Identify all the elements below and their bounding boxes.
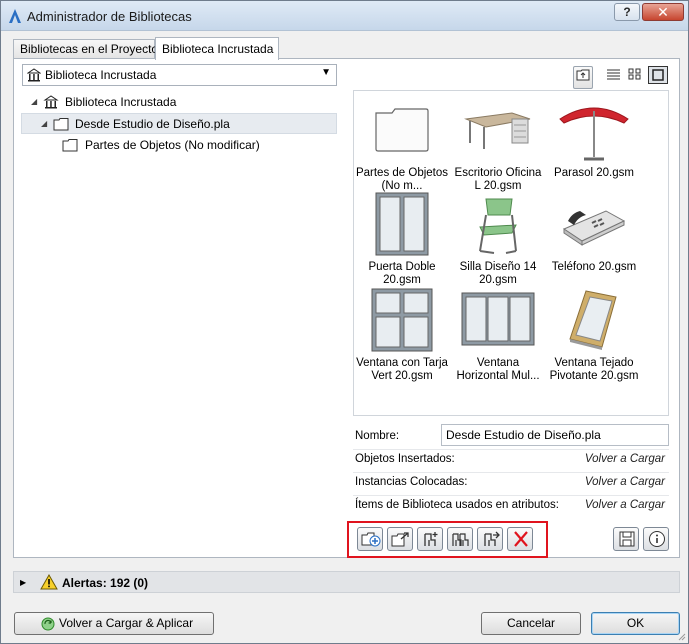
item-caption: Puerta Doble 20.gsm xyxy=(368,261,436,286)
inserted-objects-row: Objetos Insertados: Volver a Cargar xyxy=(355,450,667,470)
save-button[interactable] xyxy=(613,527,639,551)
reload-icon xyxy=(41,617,55,631)
item-caption: Teléfono 20.gsm xyxy=(551,261,637,273)
telephone-icon xyxy=(562,210,626,246)
close-button[interactable]: ✕ xyxy=(642,3,684,21)
reload-link[interactable]: Volver a Cargar xyxy=(585,499,665,511)
grid-item-parasol[interactable]: Parasol 20.gsm xyxy=(546,97,642,180)
library-icon xyxy=(43,95,59,109)
chair-icon xyxy=(479,198,517,254)
expand-arrow-icon[interactable]: ◢ xyxy=(41,119,47,128)
attribute-items-row: Ítems de Biblioteca usados en atributos:… xyxy=(355,496,667,516)
grid-item-telefono[interactable]: Teléfono 20.gsm xyxy=(546,191,642,274)
small-icons-view-icon xyxy=(628,68,641,80)
grid-item-silla[interactable]: Silla Diseño 14 20.gsm xyxy=(450,191,546,287)
library-dropdown[interactable]: Biblioteca Incrustada ▼ xyxy=(22,64,337,86)
window-horizontal-icon xyxy=(461,292,535,346)
name-field[interactable]: Desde Estudio de Diseño.pla xyxy=(441,424,669,446)
alerts-label: Alertas: 192 (0) xyxy=(62,576,149,590)
item-caption: Partes de Objetos (No m... xyxy=(355,167,449,192)
up-folder-icon xyxy=(576,69,590,81)
tree-item-partes-objetos[interactable]: Partes de Objetos (No modificar) xyxy=(21,135,337,156)
folder-icon xyxy=(375,108,429,152)
item-caption: Ventana Tejado Pivotante 20.gsm xyxy=(549,357,639,382)
tree-item-label: Biblioteca Incrustada xyxy=(65,95,177,109)
inserted-objects-label: Objetos Insertados: xyxy=(355,453,455,465)
folder-icon xyxy=(53,118,69,131)
reload-link[interactable]: Volver a Cargar xyxy=(585,476,665,488)
item-caption: Ventana Horizontal Mul... xyxy=(456,357,540,382)
item-caption: Parasol 20.gsm xyxy=(554,167,634,179)
roof-window-icon xyxy=(569,290,617,350)
placed-instances-label: Instancias Colocadas: xyxy=(355,476,468,488)
tree-item-label: Desde Estudio de Diseño.pla xyxy=(75,117,230,131)
reload-apply-label: Volver a Cargar & Aplicar xyxy=(59,616,194,630)
resize-grip-icon[interactable] xyxy=(676,631,686,641)
parasol-icon xyxy=(559,107,629,161)
ok-button[interactable]: OK xyxy=(591,612,680,635)
reload-apply-button[interactable]: Volver a Cargar & Aplicar xyxy=(14,612,214,635)
door-icon xyxy=(375,192,429,256)
folder-icon xyxy=(62,139,78,152)
info-button[interactable] xyxy=(643,527,669,551)
expand-arrow-icon[interactable]: ◢ xyxy=(31,97,37,106)
tab-embedded-library[interactable]: Biblioteca Incrustada xyxy=(155,37,279,60)
chevron-down-icon: ▼ xyxy=(321,67,331,78)
alerts-bar[interactable]: ▶ Alertas: 192 (0) xyxy=(13,571,680,593)
cancel-button[interactable]: Cancelar xyxy=(481,612,581,635)
up-folder-button[interactable] xyxy=(573,66,593,89)
warning-icon xyxy=(40,574,58,590)
info-icon xyxy=(649,531,665,547)
placed-instances-row: Instancias Colocadas: Volver a Cargar xyxy=(355,473,667,493)
reload-link[interactable]: Volver a Cargar xyxy=(585,453,665,465)
window-icon xyxy=(371,288,433,352)
library-icon xyxy=(27,68,41,82)
attribute-items-label: Ítems de Biblioteca usados en atributos: xyxy=(355,499,559,511)
highlight-box xyxy=(347,521,548,558)
item-caption: Ventana con Tarja Vert 20.gsm xyxy=(356,357,448,382)
tree-item-desde-estudio[interactable]: ◢ Desde Estudio de Diseño.pla xyxy=(21,113,337,134)
item-caption: Silla Diseño 14 20.gsm xyxy=(459,261,537,286)
help-button[interactable]: ? xyxy=(614,3,640,21)
large-icons-view-button[interactable] xyxy=(648,66,668,84)
grid-item-ventana-horizontal[interactable]: Ventana Horizontal Mul... xyxy=(450,287,546,383)
grid-item-escritorio[interactable]: Escritorio Oficina L 20.gsm xyxy=(450,97,546,193)
library-manager-window: Administrador de Bibliotecas ? ✕ Bibliot… xyxy=(0,0,689,644)
tree-item-embedded-library[interactable]: ◢ Biblioteca Incrustada xyxy=(21,92,337,113)
expand-arrow-icon[interactable]: ▶ xyxy=(20,578,26,587)
grid-item-puerta-doble[interactable]: Puerta Doble 20.gsm xyxy=(354,191,450,287)
grid-item-ventana-tarja[interactable]: Ventana con Tarja Vert 20.gsm xyxy=(354,287,450,383)
large-icons-view-icon xyxy=(652,69,664,81)
window-title: Administrador de Bibliotecas xyxy=(27,9,192,24)
tree-item-label: Partes de Objetos (No modificar) xyxy=(85,138,260,152)
library-dropdown-value: Biblioteca Incrustada xyxy=(45,68,157,82)
list-view-button[interactable] xyxy=(604,66,624,84)
desk-icon xyxy=(464,112,531,149)
save-icon xyxy=(619,531,635,547)
name-label: Nombre: xyxy=(355,430,400,442)
title-bar: Administrador de Bibliotecas ? ✕ xyxy=(1,1,688,31)
tab-project-libraries[interactable]: Bibliotecas en el Proyecto xyxy=(13,39,158,59)
item-caption: Escritorio Oficina L 20.gsm xyxy=(454,167,542,192)
app-logo-icon xyxy=(9,9,21,23)
objects-grid: Partes de Objetos (No m... Escritorio Of… xyxy=(353,90,669,416)
grid-item-partes-objetos[interactable]: Partes de Objetos (No m... xyxy=(354,97,450,193)
list-view-icon xyxy=(607,69,620,80)
grid-item-ventana-tejado[interactable]: Ventana Tejado Pivotante 20.gsm xyxy=(546,287,642,383)
small-icons-view-button[interactable] xyxy=(626,66,646,84)
